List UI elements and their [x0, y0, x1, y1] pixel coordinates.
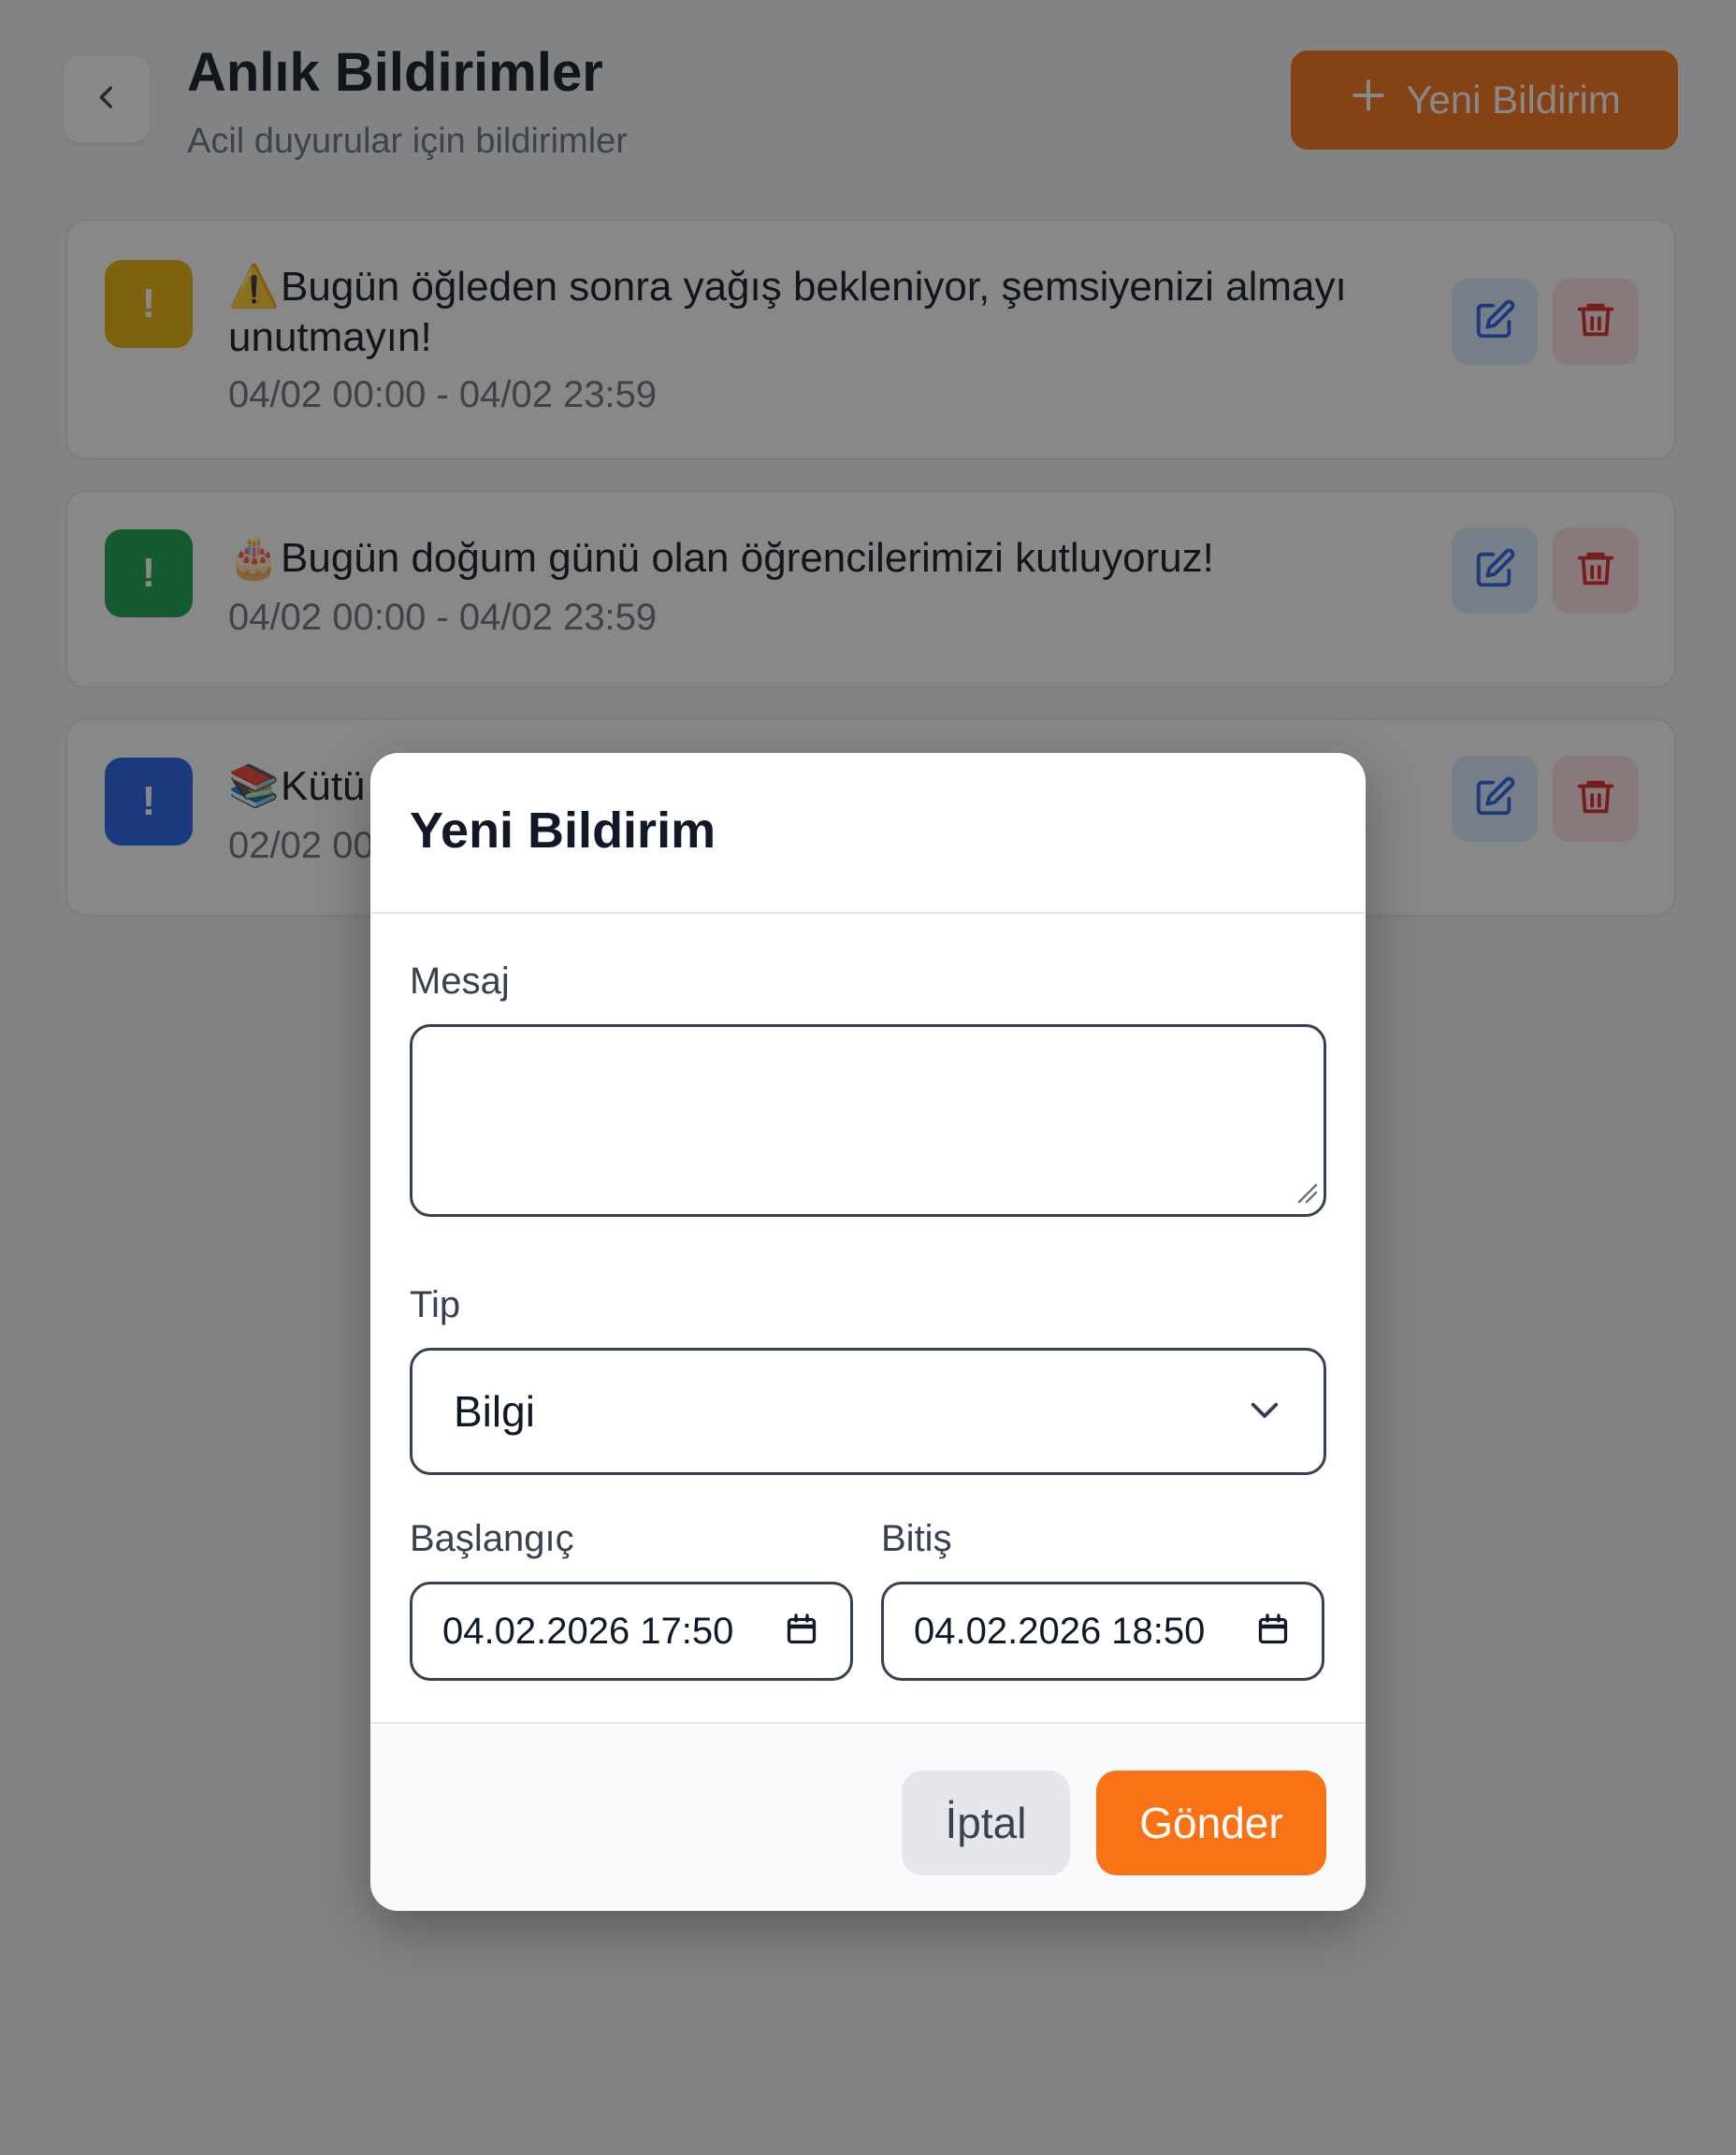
chevron-down-icon: [1245, 1390, 1284, 1434]
end-datetime-input[interactable]: 04.02.2026 18:50: [881, 1582, 1324, 1681]
resize-handle-icon[interactable]: [1294, 1179, 1318, 1208]
type-label: Tip: [410, 1284, 461, 1325]
cancel-button[interactable]: İptal: [902, 1771, 1070, 1875]
type-select[interactable]: Bilgi: [410, 1348, 1326, 1475]
type-select-value: Bilgi: [454, 1387, 535, 1436]
message-label: Mesaj: [410, 961, 510, 1002]
dialog-title: Yeni Bildirim: [410, 803, 716, 859]
new-notification-dialog: Yeni Bildirim Mesaj Tip Bilgi Başlangıç …: [370, 753, 1366, 1911]
calendar-icon[interactable]: [1256, 1613, 1290, 1651]
message-textarea[interactable]: [410, 1024, 1326, 1217]
calendar-icon[interactable]: [785, 1613, 818, 1651]
start-label: Başlangıç: [410, 1518, 574, 1559]
start-datetime-input[interactable]: 04.02.2026 17:50: [410, 1582, 853, 1681]
end-datetime-value: 04.02.2026 18:50: [914, 1610, 1206, 1652]
start-datetime-value: 04.02.2026 17:50: [442, 1610, 734, 1652]
end-label: Bitiş: [881, 1518, 952, 1559]
send-button[interactable]: Gönder: [1096, 1771, 1326, 1875]
dialog-footer: İptal Gönder: [370, 1722, 1366, 1911]
dialog-header: Yeni Bildirim: [370, 753, 1366, 914]
